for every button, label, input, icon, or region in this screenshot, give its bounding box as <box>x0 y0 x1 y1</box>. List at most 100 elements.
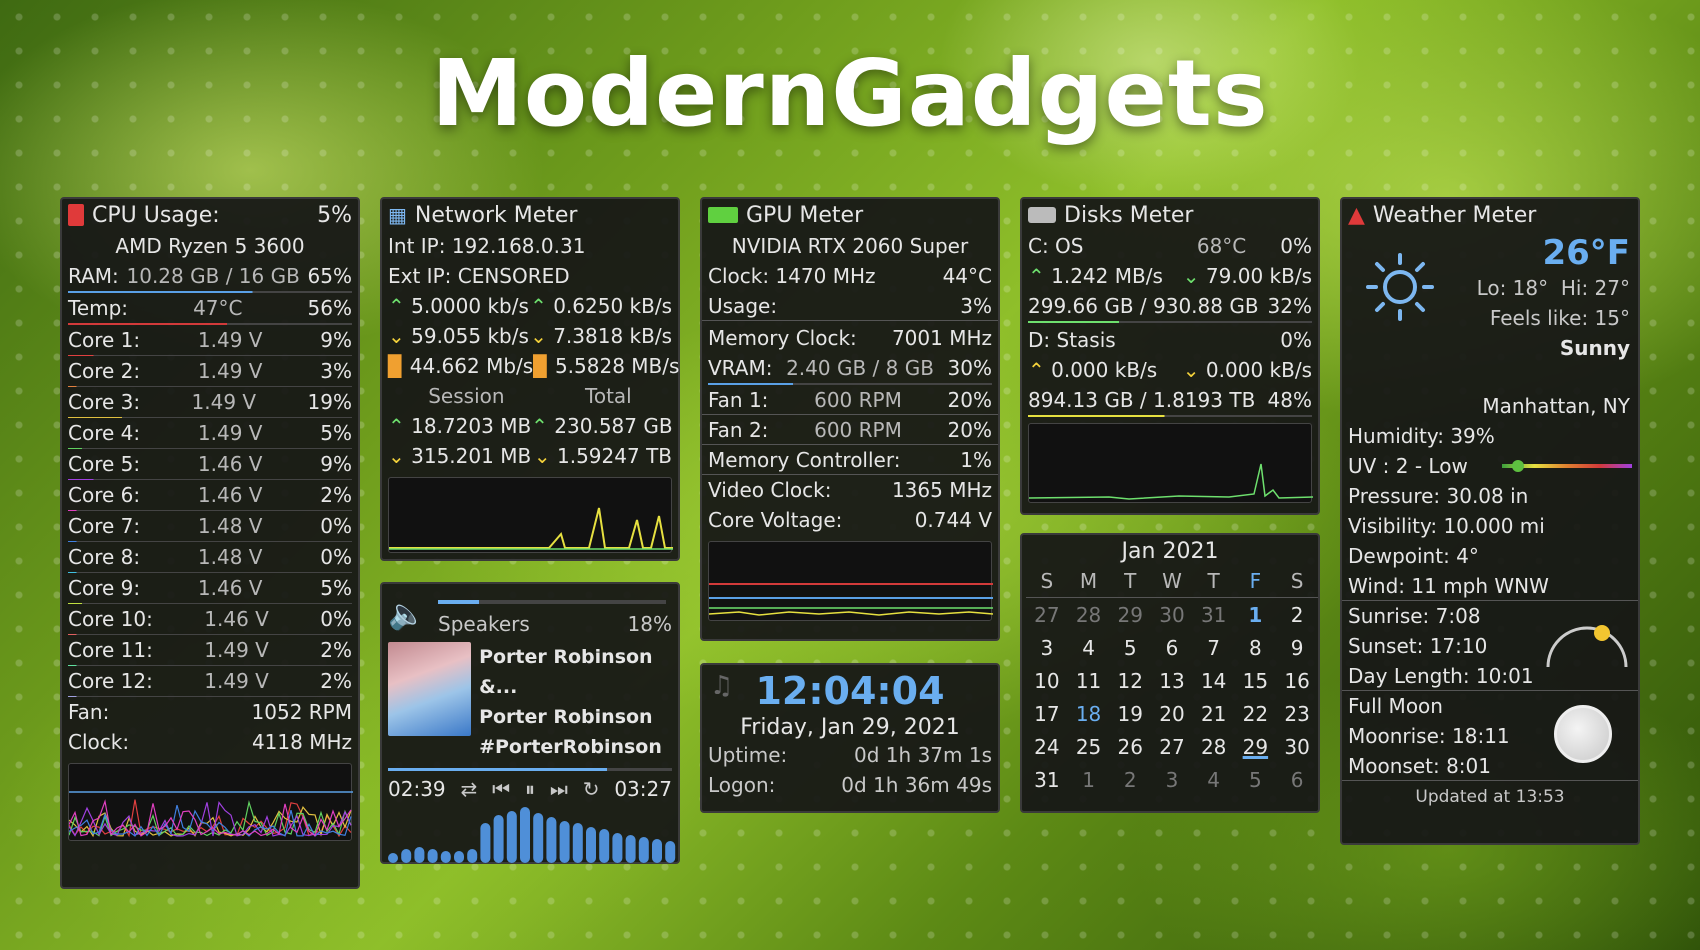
disk-c-read: 1.242 MB/s <box>1051 264 1163 288</box>
cpu-chip-icon <box>68 204 84 226</box>
calendar-week: 31 1 2 3 4 5 6 <box>1026 763 1318 796</box>
disk-c-row: C: OS 68°C 0% <box>1022 231 1318 261</box>
calendar-day[interactable]: 29 <box>1235 730 1277 763</box>
network-header: ▦ Network Meter <box>382 199 678 231</box>
download-arrow-icon: ⌄ <box>388 324 405 348</box>
core-row: Core 3: 1.49 V 19% <box>62 387 358 417</box>
next-icon[interactable]: ⏭ <box>550 777 568 801</box>
calendar-day[interactable]: 5 <box>1235 763 1277 796</box>
calendar-day[interactable]: 16 <box>1276 664 1318 697</box>
cpu-graph <box>68 763 353 841</box>
core-pct: 3% <box>320 358 352 383</box>
calendar-day[interactable]: 3 <box>1151 763 1193 796</box>
weekday-label: S <box>1276 564 1318 598</box>
track-artist: Porter Robinson <box>479 706 653 728</box>
elapsed-time: 02:39 <box>388 777 446 801</box>
calendar-day[interactable]: 13 <box>1151 664 1193 697</box>
calendar-week: 3456789 <box>1026 631 1318 664</box>
calendar-day[interactable]: 27 <box>1026 598 1068 632</box>
calendar-day[interactable]: 18 <box>1068 697 1110 730</box>
ram-value: 10.28 GB / 16 GB <box>126 264 300 288</box>
gpu-header: GPU Meter <box>702 199 998 231</box>
calendar-week: 17 18 19 20 21 22 23 <box>1026 697 1318 730</box>
disk-d-space-value: 894.13 GB / 1.8193 TB <box>1028 388 1256 412</box>
gpu-memclock-value: 7001 MHz <box>891 326 992 350</box>
weekday-label: M <box>1067 564 1110 598</box>
calendar-day[interactable]: 14 <box>1193 664 1235 697</box>
visibility: Visibility: 10.000 mi <box>1348 514 1545 538</box>
calendar-day[interactable]: 1 <box>1068 763 1110 796</box>
net-download-row: ⌄ 59.055 kb/s ⌄ 7.3818 kB/s <box>382 321 678 351</box>
volume-slider[interactable] <box>438 600 666 604</box>
upload-b: 0.6250 kB/s <box>553 294 672 318</box>
repeat-icon[interactable]: ↻ <box>583 777 600 801</box>
calendar-day[interactable]: 2 <box>1276 598 1318 632</box>
calendar-day[interactable]: 31 <box>1193 598 1235 632</box>
calendar-day[interactable]: 17 <box>1026 697 1068 730</box>
core-pct: 2% <box>320 482 352 507</box>
calendar-day[interactable]: 7 <box>1193 631 1235 664</box>
cpu-graph-svg <box>68 791 353 838</box>
calendar-day[interactable]: 3 <box>1026 631 1068 664</box>
calendar-day[interactable]: 15 <box>1235 664 1277 697</box>
ram-label: RAM: <box>68 264 119 288</box>
cpu-usage-value: 5% <box>317 202 352 228</box>
calendar-day[interactable]: 6 <box>1151 631 1193 664</box>
calendar-day[interactable]: 20 <box>1151 697 1193 730</box>
gpu-usage-label: Usage: <box>708 293 778 318</box>
core-voltage: 1.49 V <box>197 358 263 383</box>
core-voltage: 1.49 V <box>197 327 263 352</box>
calendar-day[interactable]: 26 <box>1109 730 1151 763</box>
calendar-day[interactable]: 1 <box>1235 598 1277 632</box>
disks-header-label: Disks Meter <box>1064 202 1194 228</box>
core-pct: 0% <box>320 606 352 631</box>
calendar-day[interactable]: 31 <box>1026 763 1068 796</box>
calendar-day[interactable]: 23 <box>1276 697 1318 730</box>
calendar-day[interactable]: 24 <box>1026 730 1068 763</box>
calendar-day[interactable]: 4 <box>1193 763 1235 796</box>
core-row: Core 2: 1.49 V 3% <box>62 356 358 386</box>
wind-row: Wind: 11 mph WNW <box>1342 571 1638 601</box>
calendar-day[interactable]: 11 <box>1068 664 1110 697</box>
calendar-day[interactable]: 8 <box>1235 631 1277 664</box>
upload-arrow-icon: ⌃ <box>531 414 548 438</box>
previous-icon[interactable]: ⏮ <box>492 777 510 801</box>
calendar-day[interactable]: 30 <box>1151 598 1193 632</box>
calendar-day[interactable]: 10 <box>1026 664 1068 697</box>
calendar-day[interactable]: 9 <box>1276 631 1318 664</box>
calendar-day[interactable]: 19 <box>1109 697 1151 730</box>
calendar-day[interactable]: 29 <box>1109 598 1151 632</box>
core-row: Core 11: 1.49 V 2% <box>62 635 358 665</box>
calendar-day[interactable]: 5 <box>1109 631 1151 664</box>
download-arrow-icon: ⌄ <box>388 444 405 468</box>
core-label: Core 7: <box>68 513 141 538</box>
calendar-day[interactable]: 6 <box>1276 763 1318 796</box>
calendar-day[interactable]: 4 <box>1068 631 1110 664</box>
pause-icon[interactable]: ⏸ <box>525 777 535 801</box>
disks-panel: Disks Meter C: OS 68°C 0% ⌃ 1.242 MB/s ⌄… <box>1020 197 1320 515</box>
calendar-day[interactable]: 30 <box>1276 730 1318 763</box>
calendar-day[interactable]: 28 <box>1068 598 1110 632</box>
calendar-week: 10 11 12 13 14 15 16 <box>1026 664 1318 697</box>
calendar-day[interactable]: 12 <box>1109 664 1151 697</box>
gpu-card-icon <box>708 207 738 223</box>
audio-visualizer <box>388 807 676 863</box>
upload-arrow-icon: ⌃ <box>530 294 547 318</box>
calendar-day[interactable]: 25 <box>1068 730 1110 763</box>
calendar-day[interactable]: 21 <box>1193 697 1235 730</box>
disk-c-space: 299.66 GB / 930.88 GB 32% <box>1022 291 1318 321</box>
weather-condition: Sunny <box>1559 336 1630 360</box>
fan1-value: 600 RPM <box>814 387 902 412</box>
calendar-day[interactable]: 28 <box>1193 730 1235 763</box>
calendar-day[interactable]: 27 <box>1151 730 1193 763</box>
calendar-day[interactable]: 22 <box>1235 697 1277 730</box>
session-up: 18.7203 MB <box>411 414 532 438</box>
speaker-icon[interactable]: 🔈 <box>388 597 438 632</box>
calendar-day[interactable]: 2 <box>1109 763 1151 796</box>
gpu-clock-row: Clock: 1470 MHz 44°C <box>702 261 998 291</box>
track-title: Porter Robinson &... <box>479 646 653 698</box>
fan2-label: Fan 2: <box>708 417 769 442</box>
download-a: 59.055 kb/s <box>411 324 529 348</box>
shuffle-icon[interactable]: ⇄ <box>461 777 478 801</box>
clock-panel: ♫ 12:04:04 Friday, Jan 29, 2021 Uptime: … <box>700 663 1000 813</box>
